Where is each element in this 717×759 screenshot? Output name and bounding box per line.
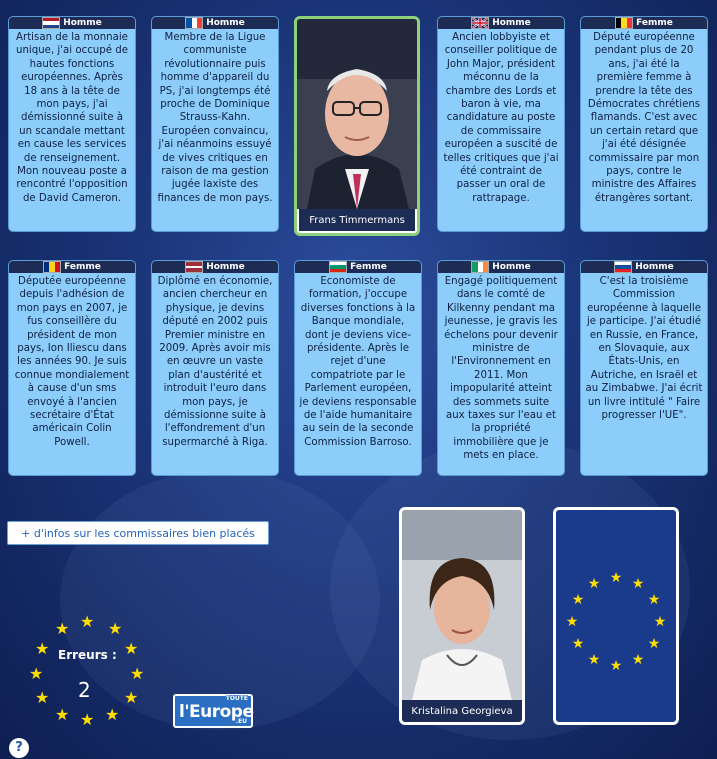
more-info-link[interactable]: + d'infos sur les commissaires bien plac… — [7, 521, 269, 545]
portrait-photo — [402, 510, 522, 700]
clue-card-7[interactable]: Femme Economiste de formation, j'occupe … — [294, 260, 422, 476]
netherlands-flag-icon — [42, 17, 61, 29]
revealed-name: Kristalina Georgieva — [402, 700, 522, 722]
revealed-card-timmermans[interactable]: Frans Timmermans — [294, 16, 420, 236]
gender-label: Femme — [636, 18, 673, 28]
face-down-card[interactable]: ★ ★ ★ ★ ★ ★ ★ ★ ★ ★ ★ ★ — [553, 507, 679, 725]
uk-flag-icon — [471, 17, 490, 29]
svg-text:★: ★ — [648, 592, 661, 608]
card-header: Homme — [581, 261, 707, 273]
card-text: Membre de la Ligue communiste révolution… — [157, 32, 273, 204]
gender-label: Homme — [63, 18, 102, 28]
clue-card-9[interactable]: Homme C'est la troisième Commission euro… — [580, 260, 708, 476]
slovakia-flag-icon — [614, 261, 633, 273]
logo-top-text: TOUTE — [225, 695, 248, 702]
svg-text:★: ★ — [572, 636, 585, 652]
card-text: Député européenne pendant plus de 20 ans… — [587, 32, 701, 204]
bulgaria-flag-icon — [329, 261, 348, 273]
gender-label: Homme — [492, 262, 531, 272]
gender-label: Homme — [492, 18, 531, 28]
gender-label: Homme — [635, 262, 674, 272]
svg-text:★: ★ — [654, 614, 667, 630]
card-text: Artisan de la monnaie unique, j'ai occup… — [16, 32, 128, 204]
svg-text:★: ★ — [632, 576, 645, 592]
clue-card-4[interactable]: Femme Député européenne pendant plus de … — [580, 16, 708, 232]
gender-label: Homme — [206, 262, 245, 272]
clue-card-6[interactable]: Homme Diplômé en économie, ancien cherch… — [151, 260, 279, 476]
errors-count: 2 — [78, 678, 91, 702]
clue-card-8[interactable]: Homme Engagé politiquement dans le comté… — [437, 260, 565, 476]
latvia-flag-icon — [185, 261, 204, 273]
revealed-name: Frans Timmermans — [299, 209, 415, 231]
card-header: Femme — [295, 261, 421, 273]
card-header: Homme — [438, 261, 564, 273]
card-header: Homme — [152, 261, 278, 273]
svg-text:★: ★ — [610, 570, 623, 586]
svg-text:★: ★ — [632, 652, 645, 668]
svg-text:★: ★ — [588, 576, 601, 592]
belgium-flag-icon — [615, 17, 634, 29]
help-icon[interactable]: ? — [9, 738, 29, 758]
gender-label: Femme — [64, 262, 101, 272]
ireland-flag-icon — [471, 261, 490, 273]
card-text: Ancien lobbyiste et conseiller politique… — [443, 32, 559, 204]
toute-leurope-logo[interactable]: TOUTE l'Europe .EU — [173, 694, 254, 728]
card-header: Homme — [9, 17, 135, 29]
card-text: Economiste de formation, j'occupe divers… — [299, 276, 417, 448]
svg-text:★: ★ — [566, 614, 579, 630]
errors-label: Erreurs : — [58, 648, 117, 662]
card-header: Homme — [152, 17, 278, 29]
svg-text:★: ★ — [588, 652, 601, 668]
gender-label: Homme — [206, 18, 245, 28]
card-header: Homme — [438, 17, 564, 29]
france-flag-icon — [185, 17, 204, 29]
portrait-photo — [297, 19, 417, 209]
card-header: Femme — [9, 261, 135, 273]
clue-card-2[interactable]: Homme Membre de la Ligue communiste révo… — [151, 16, 279, 232]
eu-stars-icon: ★ ★ ★ ★ ★ ★ ★ ★ ★ ★ ★ ★ — [566, 570, 667, 674]
svg-text:★: ★ — [610, 658, 623, 674]
card-header: Femme — [581, 17, 707, 29]
clue-card-1[interactable]: Homme Artisan de la monnaie unique, j'ai… — [8, 16, 136, 232]
card-text: Députée européenne depuis l'adhésion de … — [14, 276, 130, 448]
svg-text:★: ★ — [648, 636, 661, 652]
clue-card-3[interactable]: Homme Ancien lobbyiste et conseiller pol… — [437, 16, 565, 232]
card-text: Diplômé en économie, ancien chercheur en… — [157, 276, 273, 448]
gender-label: Femme — [350, 262, 387, 272]
card-text: Engagé politiquement dans le comté de Ki… — [444, 276, 558, 462]
romania-flag-icon — [43, 261, 62, 273]
card-text: C'est la troisième Commission européenne… — [585, 276, 703, 422]
clue-card-5[interactable]: Femme Députée européenne depuis l'adhési… — [8, 260, 136, 476]
svg-text:★: ★ — [572, 592, 585, 608]
revealed-card-georgieva[interactable]: Kristalina Georgieva — [399, 507, 525, 725]
logo-suffix-text: .EU — [235, 718, 247, 725]
